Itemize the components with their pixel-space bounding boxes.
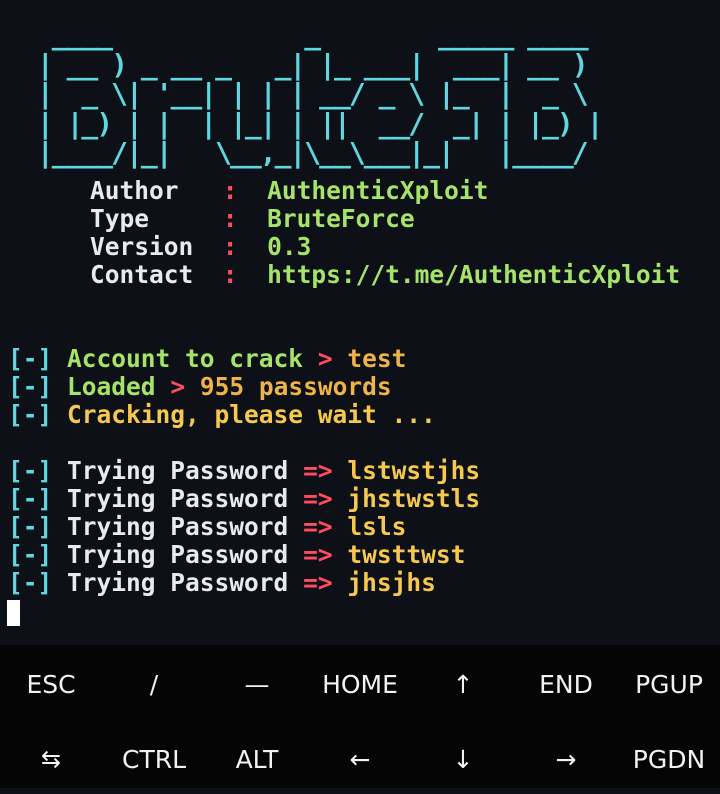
- status-label: Loaded: [67, 372, 156, 401]
- info-separator: :: [222, 260, 238, 289]
- attempt-password: jhsjhs: [347, 568, 436, 597]
- attempt-arrow: =>: [303, 512, 333, 541]
- dash-key[interactable]: —: [206, 649, 308, 719]
- attempt-prefix: [-]: [8, 456, 53, 485]
- info-author-row: Author : AuthenticXploit: [90, 177, 488, 205]
- up-arrow-key[interactable]: ↑: [412, 649, 514, 719]
- attempt-label: Trying Password: [67, 456, 289, 485]
- attempt-line: [-] Trying Password => jhsjhs: [8, 569, 436, 597]
- attempt-password: lsls: [347, 512, 407, 541]
- attempt-password: twsttwst: [347, 540, 466, 569]
- text-cursor: [7, 600, 20, 626]
- info-value: https://t.me/AuthenticXploit: [267, 260, 681, 289]
- down-arrow-key[interactable]: ↓: [412, 724, 514, 794]
- esc-key[interactable]: ESC: [0, 649, 102, 719]
- status-account-line: [-] Account to crack > test: [8, 345, 406, 373]
- attempt-label: Trying Password: [67, 568, 289, 597]
- info-key: Author: [90, 176, 194, 205]
- attempt-label: Trying Password: [67, 540, 289, 569]
- attempt-arrow: =>: [303, 568, 333, 597]
- status-cracking-line: [-] Cracking, please wait ...: [8, 401, 436, 429]
- info-value: BruteForce: [267, 204, 415, 233]
- info-separator: :: [222, 204, 238, 233]
- attempt-line: [-] Trying Password => jhstwstls: [8, 485, 480, 513]
- attempt-password: jhstwstls: [347, 484, 481, 513]
- info-separator: :: [222, 176, 238, 205]
- alt-key[interactable]: ALT: [206, 724, 308, 794]
- pgdn-key[interactable]: PGDN: [618, 724, 720, 794]
- slash-key[interactable]: /: [103, 649, 205, 719]
- status-text: Cracking, please wait ...: [67, 400, 436, 429]
- left-arrow-key[interactable]: ←: [309, 724, 411, 794]
- attempt-prefix: [-]: [8, 568, 53, 597]
- attempt-prefix: [-]: [8, 540, 53, 569]
- extra-keys-bar: ESC / — HOME ↑ END PGUP ⇆ CTRL ALT ← ↓ →…: [0, 645, 720, 788]
- status-prefix: [-]: [8, 344, 53, 373]
- tab-key[interactable]: ⇆: [0, 724, 102, 794]
- pgup-key[interactable]: PGUP: [618, 649, 720, 719]
- brutefb-ascii-banner: ____ _ _____ ____ | __ ) _ __ _ _| |_ __…: [36, 18, 604, 169]
- right-arrow-key[interactable]: →: [515, 724, 617, 794]
- info-value: AuthenticXploit: [267, 176, 489, 205]
- attempt-prefix: [-]: [8, 512, 53, 541]
- info-key: Version: [90, 232, 194, 261]
- status-prefix: [-]: [8, 372, 53, 401]
- info-value: 0.3: [267, 232, 312, 261]
- status-arrow: >: [317, 344, 333, 373]
- info-contact-row: Contact : https://t.me/AuthenticXploit: [90, 261, 680, 289]
- attempt-password: lstwstjhs: [347, 456, 481, 485]
- attempt-line: [-] Trying Password => twsttwst: [8, 541, 465, 569]
- attempt-line: [-] Trying Password => lstwstjhs: [8, 457, 480, 485]
- attempt-arrow: =>: [303, 540, 333, 569]
- status-prefix: [-]: [8, 400, 53, 429]
- attempt-arrow: =>: [303, 484, 333, 513]
- home-key[interactable]: HOME: [309, 649, 411, 719]
- status-label: Account to crack: [67, 344, 304, 373]
- status-value: 955 passwords: [199, 372, 392, 401]
- ctrl-key[interactable]: CTRL: [103, 724, 205, 794]
- status-loaded-line: [-] Loaded > 955 passwords: [8, 373, 392, 401]
- end-key[interactable]: END: [515, 649, 617, 719]
- info-separator: :: [222, 232, 238, 261]
- info-type-row: Type : BruteForce: [90, 205, 415, 233]
- attempt-label: Trying Password: [67, 484, 289, 513]
- info-key: Contact: [90, 260, 194, 289]
- terminal-output[interactable]: ____ _ _____ ____ | __ ) _ __ _ _| |_ __…: [0, 0, 720, 645]
- status-value: test: [347, 344, 407, 373]
- info-version-row: Version : 0.3: [90, 233, 311, 261]
- attempt-label: Trying Password: [67, 512, 289, 541]
- attempt-prefix: [-]: [8, 484, 53, 513]
- status-arrow: >: [170, 372, 186, 401]
- attempt-arrow: =>: [303, 456, 333, 485]
- attempt-line: [-] Trying Password => lsls: [8, 513, 406, 541]
- info-key: Type: [90, 204, 194, 233]
